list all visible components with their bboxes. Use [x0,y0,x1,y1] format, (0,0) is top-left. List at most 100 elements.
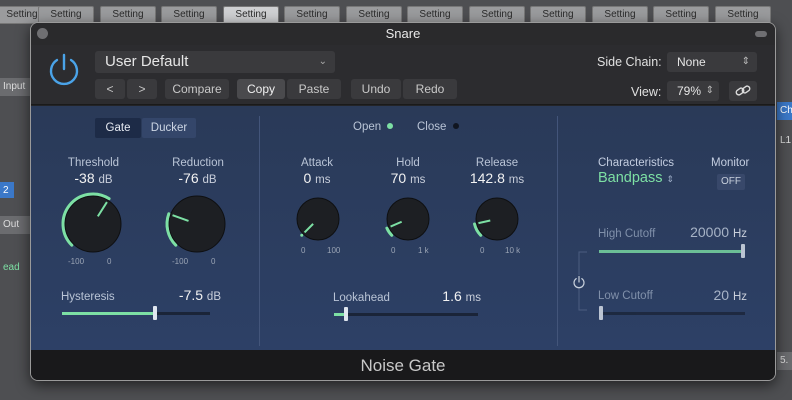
preset-menu[interactable]: User Default ⌄ [95,51,335,73]
attack-unit: ms [315,174,331,186]
hold-min-tick: 0 [391,246,396,255]
slider-thumb[interactable] [153,306,158,320]
power-icon[interactable] [572,275,586,289]
high-cutoff-value: 20000 [690,224,730,240]
resize-handle-icon[interactable] [755,31,767,37]
plugin-window: Snare User Default ⌄ < > Compare Copy Pa… [30,22,776,381]
up-down-arrows-icon: ⇕ [741,56,750,67]
power-icon[interactable] [45,51,83,89]
hold-unit: ms [410,174,426,186]
hold-value-display: 70 ms [368,170,448,186]
open-indicator: Open [353,121,394,133]
threshold-unit: dB [98,174,113,186]
reduction-min-tick: -100 [172,257,189,266]
next-preset-button[interactable]: > [127,79,157,99]
redo-button[interactable]: Redo [403,79,457,99]
attack-value-display: 0 ms [277,170,357,186]
hysteresis-slider[interactable] [62,306,210,320]
characteristics-value: Bandpass [598,170,663,186]
attack-knob[interactable] [291,192,345,246]
high-cutoff-unit: Hz [732,228,747,240]
up-down-arrows-icon: ⇕ [666,174,675,184]
hysteresis-unit: dB [206,291,221,303]
low-cutoff-label: Low Cutoff [598,290,653,302]
input-label[interactable]: Input [0,78,30,96]
release-knob[interactable] [470,192,524,246]
plugin-header: User Default ⌄ < > Compare Copy Paste Un… [31,45,775,105]
window-titlebar[interactable]: Snare [31,23,775,45]
characteristics-label: Characteristics [598,157,675,169]
preset-name: User Default [105,53,189,70]
low-cutoff-unit: Hz [732,291,747,303]
reduction-label: Reduction [172,157,224,169]
plugin-name-footer: Noise Gate [31,350,775,380]
lookahead-label: Lookahead [333,292,390,304]
copy-button[interactable]: Copy [237,79,285,99]
open-label: Open [353,121,382,133]
slider-fill [599,250,745,253]
section-divider [259,116,260,346]
threshold-label: Threshold [67,157,120,169]
release-min-tick: 0 [480,246,485,255]
monitor-toggle[interactable]: OFF [717,174,745,190]
hold-knob[interactable] [381,192,435,246]
channel-label[interactable]: Ch [777,102,792,120]
open-led-icon [387,123,394,129]
low-cutoff-slider[interactable] [599,306,745,320]
release-unit: ms [508,174,525,186]
lookahead-unit: ms [465,292,481,304]
reduction-max-tick: 0 [211,257,216,266]
slider-thumb[interactable] [599,306,603,320]
section-divider [557,116,558,346]
threshold-value: -38 [74,170,95,186]
link-button[interactable] [729,81,757,101]
hold-label: Hold [396,157,420,169]
threshold-knob[interactable] [59,190,127,258]
threshold-value-display: -38 dB [51,170,136,186]
paste-button[interactable]: Paste [287,79,341,99]
lookahead-value-display: 1.6 ms [411,288,481,304]
previous-preset-button[interactable]: < [95,79,125,99]
release-value-display: 142.8 ms [451,170,543,186]
bus-label[interactable]: 2 [0,182,14,198]
reduction-unit: dB [202,174,217,186]
attack-max-tick: 100 [327,246,341,255]
side-chain-select[interactable]: None ⇕ [667,52,757,72]
low-cutoff-value-display: 20 Hz [661,287,747,303]
release-max-tick: 10 k [505,246,521,255]
output-label[interactable]: Out [0,216,30,234]
slider-thumb[interactable] [741,244,745,258]
noise-gate-panel: Gate Ducker Threshold -38 dB -100 0 Redu… [31,106,775,350]
window-title: Snare [385,26,421,41]
high-cutoff-label: High Cutoff [598,228,656,240]
reduction-value: -76 [178,170,199,186]
undo-button[interactable]: Undo [351,79,401,99]
side-chain-label: Side Chain: [597,55,662,69]
compare-button[interactable]: Compare [165,79,229,99]
close-indicator: Close [417,121,459,133]
characteristics-select[interactable]: Bandpass ⇕ [598,170,674,186]
low-cutoff-value: 20 [713,287,730,303]
gate-mode-button[interactable]: Gate [95,118,141,138]
hold-max-tick: 1 k [418,246,429,255]
lookahead-slider[interactable] [334,307,478,321]
chevron-down-icon: ⌄ [318,56,327,67]
reduction-knob[interactable] [163,190,231,258]
close-window-icon[interactable] [37,28,48,39]
ducker-mode-button[interactable]: Ducker [142,118,196,138]
channel-label: 5. [777,352,792,370]
hold-value: 70 [390,170,407,186]
slider-thumb[interactable] [343,307,348,321]
view-zoom-select[interactable]: 79% ⇕ [667,81,719,101]
reduction-value-display: -76 dB [155,170,240,186]
high-cutoff-slider[interactable] [599,244,745,258]
up-down-arrows-icon: ⇕ [705,85,714,96]
lookahead-value: 1.6 [442,288,462,304]
release-label: Release [475,157,519,169]
attack-label: Attack [301,157,333,169]
view-zoom-value: 79% [677,84,702,98]
close-led-icon [452,123,459,129]
automation-label: ead [3,262,20,273]
link-icon [735,85,751,96]
high-cutoff-value-display: 20000 Hz [661,224,747,240]
